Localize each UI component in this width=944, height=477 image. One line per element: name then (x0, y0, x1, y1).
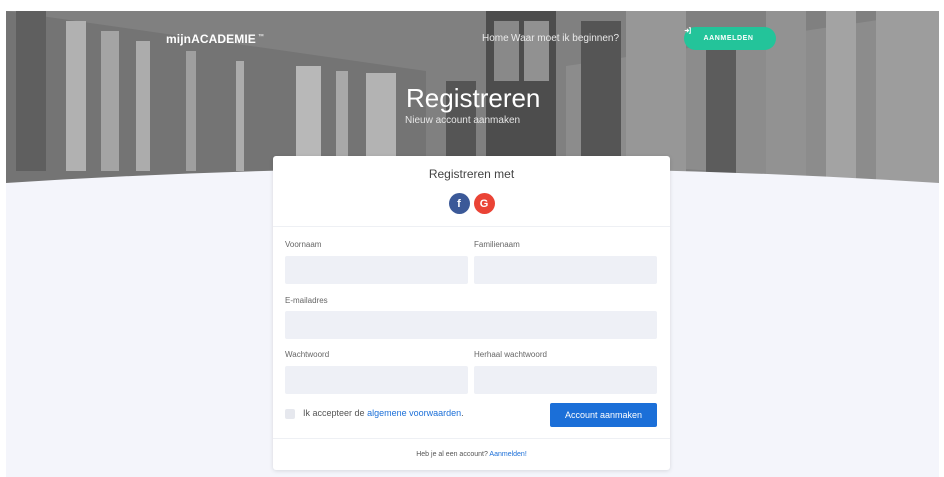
trademark-mark: ™ (257, 34, 264, 40)
page: mijnACADEMIE ™ Home Waar moet ik beginnen… (6, 11, 939, 477)
email-label: E-mailadres (285, 296, 328, 305)
google-icon: G (479, 197, 489, 210)
nav-getting-started[interactable]: Waar moet ik beginnen? (511, 33, 619, 44)
register-card: Registreren met f G Voornaam Familienaam… (273, 156, 670, 470)
login-prompt: Heb je al een account? Aanmelden! (273, 438, 670, 470)
password-repeat-label: Herhaal wachtwoord (474, 350, 547, 359)
login-button[interactable]: AANMELDEN (684, 27, 776, 50)
password-label: Wachtwoord (285, 350, 330, 359)
create-account-button[interactable]: Account aanmaken (550, 403, 657, 427)
login-link[interactable]: Aanmelden! (489, 451, 526, 458)
login-button-label: AANMELDEN (703, 35, 754, 42)
google-button[interactable]: G (473, 193, 495, 214)
social-register-title: Registreren met (428, 167, 515, 181)
social-register-section: Registreren met f G (273, 156, 670, 227)
nav-home[interactable]: Home (482, 33, 509, 44)
firstname-input[interactable] (285, 256, 468, 284)
terms-suffix: . (461, 408, 464, 418)
password-repeat-input[interactable] (474, 366, 657, 394)
login-prompt-text: Heb je al een account? (416, 451, 488, 458)
social-buttons: f G (273, 193, 670, 214)
lastname-label: Familienaam (474, 240, 520, 249)
firstname-label: Voornaam (285, 240, 322, 249)
facebook-icon: f (457, 197, 461, 210)
password-input[interactable] (285, 366, 468, 394)
brand-logo[interactable]: mijnACADEMIE ™ (166, 32, 264, 46)
terms-checkbox[interactable] (285, 409, 295, 419)
email-input[interactable] (285, 311, 657, 339)
page-subtitle: Nieuw account aanmaken (405, 115, 521, 126)
terms-text: Ik accepteer de algemene voorwaarden. (303, 408, 464, 418)
brand-name: mijnACADEMIE (166, 32, 256, 46)
terms-prefix: Ik accepteer de (303, 408, 365, 418)
page-title: Registreren (406, 83, 541, 113)
lastname-input[interactable] (474, 256, 657, 284)
terms-link[interactable]: algemene voorwaarden (367, 408, 461, 418)
facebook-button[interactable]: f (448, 193, 470, 214)
